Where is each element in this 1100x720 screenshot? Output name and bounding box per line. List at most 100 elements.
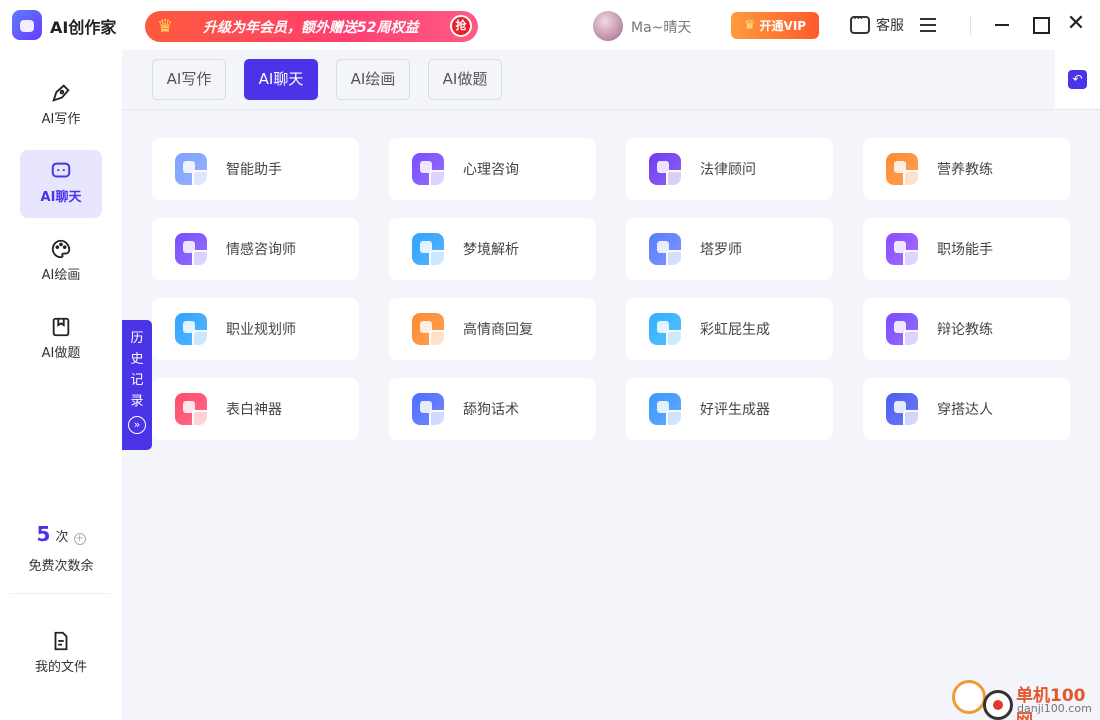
assistant-icon — [175, 313, 210, 348]
assistant-icon — [175, 393, 210, 428]
free-count-unit: 次 — [55, 530, 69, 545]
sidebar: AI写作 AI聊天 AI绘画 AI做题 5 次 + 免费次数余 我的文件 — [0, 50, 122, 720]
assistant-icon — [649, 393, 684, 428]
assistant-icon — [649, 233, 684, 268]
minimize-icon[interactable] — [992, 14, 1012, 34]
app-title: AI创作家 — [50, 18, 117, 37]
assistant-icon — [886, 153, 921, 188]
assistant-card-label: 舔狗话术 — [463, 402, 519, 418]
promo-grab-badge[interactable]: 抢 — [450, 15, 472, 37]
assistant-card[interactable]: 表白神器 — [152, 378, 359, 440]
assistant-card-label: 辩论教练 — [937, 322, 993, 338]
username[interactable]: Ma~晴天 — [631, 17, 691, 37]
promo-banner[interactable]: ♛ 升级为年会员，额外赠送52周权益 抢 — [145, 11, 478, 42]
assistant-card-label: 职场能手 — [937, 242, 993, 258]
assistant-card-label: 心理咨询 — [463, 162, 519, 178]
sidebar-item-my-files[interactable]: 我的文件 — [20, 620, 102, 688]
divider — [970, 15, 971, 35]
promo-text: 升级为年会员，额外赠送52周权益 — [203, 19, 419, 36]
chat-bubble-icon — [850, 12, 870, 34]
tab-ai-quiz[interactable]: AI做题 — [428, 59, 502, 100]
assistant-icon — [649, 313, 684, 348]
chat-icon — [51, 162, 71, 178]
assistant-card-label: 塔罗师 — [700, 242, 742, 258]
assistant-icon — [175, 233, 210, 268]
file-icon — [54, 631, 68, 651]
assistant-card-label: 彩虹屁生成 — [700, 322, 770, 338]
open-vip-label: 开通VIP — [759, 19, 807, 33]
assistant-icon — [886, 313, 921, 348]
pen-icon — [52, 84, 70, 102]
assistant-icon — [886, 233, 921, 268]
assistant-icon — [175, 153, 210, 188]
sidebar-item-label: AI绘画 — [41, 268, 81, 283]
tab-ai-drawing[interactable]: AI绘画 — [336, 59, 410, 100]
tab-ai-chat[interactable]: AI聊天 — [244, 59, 318, 100]
bookmark-icon — [52, 317, 70, 337]
history-char: 记 — [130, 373, 144, 388]
assistant-card-label: 智能助手 — [226, 162, 282, 178]
crown-icon: ♛ — [157, 15, 174, 37]
assistant-card-label: 情感咨询师 — [226, 242, 296, 258]
watermark-logo — [952, 680, 986, 714]
sidebar-item-ai-writing[interactable]: AI写作 — [20, 72, 102, 140]
sidebar-item-ai-drawing[interactable]: AI绘画 — [20, 228, 102, 296]
avatar[interactable] — [593, 11, 623, 41]
sidebar-item-label: AI做题 — [41, 346, 81, 361]
assistant-card[interactable]: 彩虹屁生成 — [626, 298, 833, 360]
assistant-icon — [412, 233, 447, 268]
tab-ai-writing[interactable]: AI写作 — [152, 59, 226, 100]
close-icon[interactable]: ✕ — [1066, 13, 1086, 35]
history-char: 历 — [130, 331, 144, 346]
watermark-logo — [983, 690, 1013, 720]
assistant-card[interactable]: 职业规划师 — [152, 298, 359, 360]
app-logo — [12, 10, 42, 40]
history-char: 录 — [130, 394, 144, 409]
top-bar: AI创作家 ♛ 升级为年会员，额外赠送52周权益 抢 Ma~晴天 ♛ 开通VIP… — [0, 0, 1100, 50]
assistant-card[interactable]: 高情商回复 — [389, 298, 596, 360]
sidebar-item-label: AI写作 — [41, 112, 81, 127]
palette-icon — [51, 239, 71, 259]
assistant-card-label: 营养教练 — [937, 162, 993, 178]
assistant-card[interactable]: 智能助手 — [152, 138, 359, 200]
assistant-card[interactable]: 穿搭达人 — [863, 378, 1070, 440]
free-count: 5 次 + — [0, 522, 122, 546]
category-tabs: AI写作 AI聊天 AI绘画 AI做题 — [122, 50, 1100, 110]
back-button[interactable]: ↶ — [1055, 50, 1100, 109]
maximize-icon[interactable] — [1030, 14, 1050, 34]
crown-icon: ♛ — [743, 18, 756, 33]
divider — [10, 593, 110, 594]
expand-arrow-icon: » — [128, 416, 146, 434]
assistant-card-label: 法律顾问 — [700, 162, 756, 178]
assistant-card[interactable]: 好评生成器 — [626, 378, 833, 440]
customer-service-button[interactable]: 客服 — [850, 12, 904, 35]
assistant-card[interactable]: 舔狗话术 — [389, 378, 596, 440]
assistant-card[interactable]: 情感咨询师 — [152, 218, 359, 280]
assistant-card[interactable]: 辩论教练 — [863, 298, 1070, 360]
assistant-card-label: 好评生成器 — [700, 402, 770, 418]
assistant-card-label: 穿搭达人 — [937, 402, 993, 418]
assistant-card[interactable]: 塔罗师 — [626, 218, 833, 280]
free-count-number: 5 — [36, 522, 51, 546]
history-char: 史 — [130, 352, 144, 367]
assistant-card[interactable]: 职场能手 — [863, 218, 1070, 280]
assistant-card-label: 职业规划师 — [226, 322, 296, 338]
menu-icon[interactable] — [920, 18, 936, 32]
assistant-card-label: 高情商回复 — [463, 322, 533, 338]
open-vip-button[interactable]: ♛ 开通VIP — [731, 12, 819, 39]
return-icon: ↶ — [1068, 70, 1087, 89]
assistant-card-label: 梦境解析 — [463, 242, 519, 258]
sidebar-item-label: 我的文件 — [34, 660, 87, 675]
assistant-card[interactable]: 营养教练 — [863, 138, 1070, 200]
assistant-icon — [886, 393, 921, 428]
history-tab[interactable]: 历 史 记 录 » — [122, 320, 152, 450]
sidebar-item-ai-chat[interactable]: AI聊天 — [20, 150, 102, 218]
sidebar-item-ai-quiz[interactable]: AI做题 — [20, 306, 102, 374]
customer-service-label: 客服 — [876, 18, 904, 34]
assistant-card[interactable]: 梦境解析 — [389, 218, 596, 280]
plus-icon[interactable]: + — [73, 533, 86, 545]
assistant-card[interactable]: 法律顾问 — [626, 138, 833, 200]
assistant-card[interactable]: 心理咨询 — [389, 138, 596, 200]
free-count-label: 免费次数余 — [28, 559, 94, 574]
sidebar-item-label: AI聊天 — [40, 190, 82, 205]
